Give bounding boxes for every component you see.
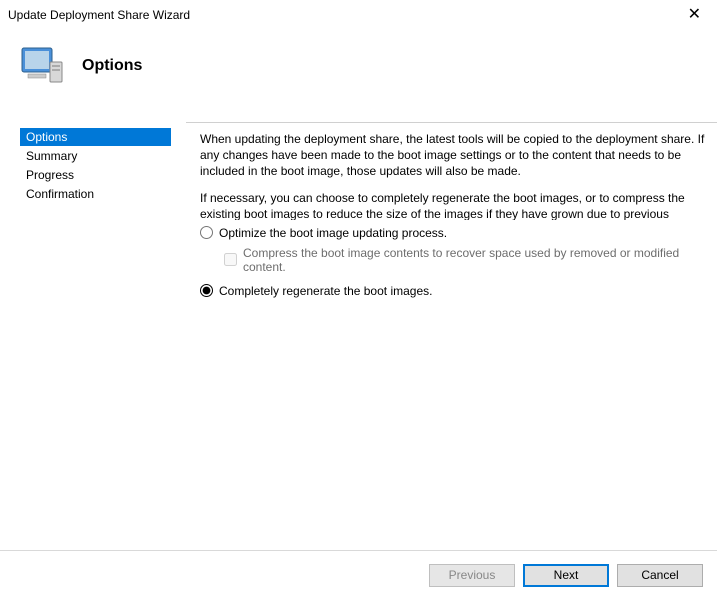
next-button[interactable]: Next: [523, 564, 609, 587]
sidebar-item-label: Summary: [26, 149, 77, 163]
sidebar-item-label: Options: [26, 130, 67, 144]
wizard-header: Options: [0, 28, 717, 108]
option-compress-row: Compress the boot image contents to reco…: [224, 246, 705, 274]
sidebar-item-label: Progress: [26, 168, 74, 182]
sidebar-item-summary[interactable]: Summary: [20, 147, 171, 165]
sidebar-item-label: Confirmation: [26, 187, 94, 201]
page-title: Options: [82, 57, 142, 75]
wizard-content: When updating the deployment share, the …: [186, 122, 717, 550]
description-text-1: When updating the deployment share, the …: [200, 131, 705, 180]
window-title: Update Deployment Share Wizard: [8, 8, 190, 22]
wizard-footer: Previous Next Cancel: [0, 550, 717, 600]
option-regenerate-row[interactable]: Completely regenerate the boot images.: [200, 284, 705, 298]
description-text-2: If necessary, you can choose to complete…: [200, 190, 705, 220]
radio-optimize[interactable]: [200, 226, 213, 239]
option-optimize-label: Optimize the boot image updating process…: [219, 226, 447, 240]
wizard-sidebar: Options Summary Progress Confirmation: [0, 120, 186, 550]
radio-regenerate[interactable]: [200, 284, 213, 297]
option-optimize-row[interactable]: Optimize the boot image updating process…: [200, 226, 705, 240]
sidebar-item-confirmation[interactable]: Confirmation: [20, 185, 171, 203]
close-icon[interactable]: ✕: [682, 5, 707, 25]
option-regenerate-label: Completely regenerate the boot images.: [219, 284, 432, 298]
computer-icon: [18, 42, 66, 90]
cancel-button[interactable]: Cancel: [617, 564, 703, 587]
sidebar-item-progress[interactable]: Progress: [20, 166, 171, 184]
checkbox-compress: [224, 253, 237, 266]
option-compress-label: Compress the boot image contents to reco…: [243, 246, 705, 274]
sidebar-item-options[interactable]: Options: [20, 128, 171, 146]
titlebar: Update Deployment Share Wizard ✕: [0, 0, 717, 28]
previous-button: Previous: [429, 564, 515, 587]
